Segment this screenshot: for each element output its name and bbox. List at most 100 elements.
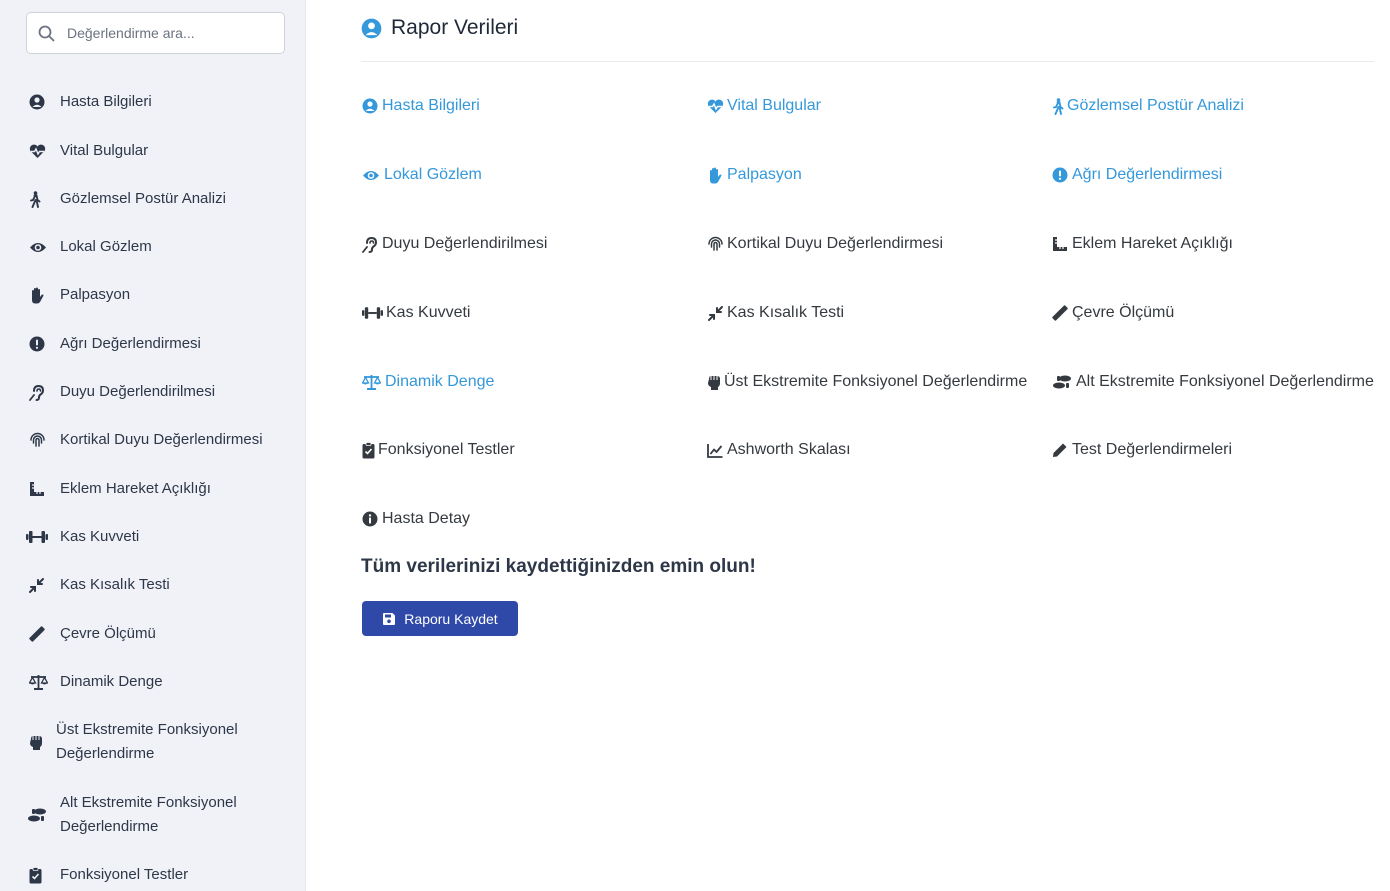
sidebar-item-label: Hasta Bilgileri [60,93,152,110]
main-content: Rapor Verileri Hasta Bilgileri Vital Bul… [306,0,1390,891]
report-link-dinamik-denge[interactable]: Dinamik Denge [361,373,494,391]
sidebar-item-agri-degerlendirmesi[interactable]: Ağrı Değerlendirmesi [24,332,201,356]
ear-icon [24,382,52,402]
report-link-ashworth[interactable]: Ashworth Skalası [706,441,851,459]
hand-icon [706,166,724,184]
clipboard-check-icon [361,441,375,459]
ruler-icon [24,624,52,644]
report-link-label: Hasta Detay [382,510,471,527]
heartbeat-icon [706,97,724,115]
report-link-ust-ekstremite[interactable]: Üst Ekstremite Fonksiyonel Değerlendirme [706,373,1027,391]
report-link-duyu[interactable]: Duyu Değerlendirilmesi [361,235,547,253]
sidebar-item-label: Fonksiyonel Testler [60,866,189,883]
report-link-lokal-gozlem[interactable]: Lokal Gözlem [361,166,482,184]
save-report-button[interactable]: Raporu Kaydet [362,601,518,636]
report-link-alt-ekstremite[interactable]: Alt Ekstremite Fonksiyonel Değerlendirme [1051,373,1374,391]
report-link-label: Test Değerlendirmeleri [1072,441,1233,458]
info-circle-icon [361,510,379,528]
sidebar-item-palpasyon[interactable]: Palpasyon [24,283,130,307]
sidebar-item-eklem-hareket[interactable]: Eklem Hareket Açıklığı [24,477,211,501]
report-link-label: Dinamik Denge [385,373,495,390]
shoe-prints-icon [1051,373,1073,391]
report-link-test-degerlendirmeleri[interactable]: Test Değerlendirmeleri [1051,441,1232,459]
user-circle-icon [361,97,379,115]
sidebar-item-kas-kuvveti[interactable]: Kas Kuvveti [24,525,139,549]
report-link-label: Kas Kuvveti [386,304,471,321]
balance-scale-icon [24,672,52,692]
ruler-combined-icon [24,479,52,499]
sidebar-item-lokal-gozlem[interactable]: Lokal Gözlem [24,235,152,259]
sidebar-item-alt-ekstremite[interactable]: Alt Ekstremite Fonksiyonel Değerlendirme [24,791,260,839]
sidebar-item-duyu[interactable]: Duyu Değerlendirilmesi [24,380,215,404]
report-link-kortikal-duyu[interactable]: Kortikal Duyu Değerlendirmesi [706,235,943,253]
report-link-label: Palpasyon [727,166,802,183]
report-link-agri-degerlendirmesi[interactable]: Ağrı Değerlendirmesi [1051,166,1222,184]
report-link-eklem-hareket[interactable]: Eklem Hareket Açıklığı [1051,235,1233,253]
report-link-gozlemsel-postur[interactable]: Gözlemsel Postür Analizi [1051,97,1244,115]
sidebar-item-gozlemsel-postur[interactable]: Gözlemsel Postür Analizi [24,187,226,211]
report-link-palpasyon[interactable]: Palpasyon [706,166,802,184]
ruler-combined-icon [1051,235,1069,253]
sidebar-item-label: Gözlemsel Postür Analizi [60,190,226,207]
report-link-label: Kortikal Duyu Değerlendirmesi [727,235,944,252]
report-link-kas-kisalik[interactable]: Kas Kısalık Testi [706,304,844,322]
sidebar-item-label: Vital Bulgular [60,142,149,159]
sidebar-item-dinamik-denge[interactable]: Dinamik Denge [24,670,163,694]
sidebar-item-vital-bulgular[interactable]: Vital Bulgular [24,139,148,163]
report-link-label: Hasta Bilgileri [382,97,480,114]
user-circle-icon [24,92,52,112]
report-link-kas-kuvveti[interactable]: Kas Kuvveti [361,304,470,322]
search-icon [38,25,55,42]
sidebar-item-fonksiyonel-testler[interactable]: Fonksiyonel Testler [24,863,188,887]
report-link-label: Ağrı Değerlendirmesi [1072,166,1223,183]
ruler-icon [1051,304,1069,322]
exclamation-circle-icon [1051,166,1069,184]
report-link-label: Lokal Gözlem [384,166,482,183]
hand-icon [24,285,52,305]
eye-icon [24,237,52,257]
report-link-label: Alt Ekstremite Fonksiyonel Değerlendirme [1076,373,1374,390]
page-title: Rapor Verileri [361,16,518,40]
report-link-label: Duyu Değerlendirilmesi [382,235,548,252]
sidebar-item-kas-kisalik[interactable]: Kas Kısalık Testi [24,573,170,597]
dumbbell-icon [361,304,383,322]
report-link-vital-bulgular[interactable]: Vital Bulgular [706,97,821,115]
sidebar-item-label: Dinamik Denge [60,673,163,690]
report-link-hasta-detay[interactable]: Hasta Detay [361,510,470,528]
fist-icon [24,732,52,752]
sidebar-item-label: Kas Kuvveti [60,528,140,545]
report-link-label: Çevre Ölçümü [1072,304,1175,321]
fingerprint-icon [706,235,724,253]
chart-line-icon [706,441,724,459]
sidebar-item-label: Eklem Hareket Açıklığı [60,480,211,497]
balance-scale-icon [361,373,382,391]
user-circle-icon [361,18,382,38]
sidebar-item-cevre-olcumu[interactable]: Çevre Ölçümü [24,622,156,646]
title-divider [361,61,1374,62]
report-link-label: Vital Bulgular [727,97,821,114]
heartbeat-icon [24,141,52,161]
sidebar-item-ust-ekstremite[interactable]: Üst Ekstremite Fonksiyonel Değerlendirme [24,718,256,766]
sidebar-item-label: Ağrı Değerlendirmesi [60,335,201,352]
fist-icon [706,373,721,391]
page-title-text: Rapor Verileri [391,16,519,39]
search-input[interactable] [67,13,277,53]
report-link-cevre-olcumu[interactable]: Çevre Ölçümü [1051,304,1174,322]
sidebar-item-label: Lokal Gözlem [60,238,152,255]
sidebar-item-label: Alt Ekstremite Fonksiyonel Değerlendirme [60,794,237,835]
save-warning: Tüm verilerinizi kaydettiğinizden emin o… [361,556,756,577]
sidebar-item-kortikal-duyu[interactable]: Kortikal Duyu Değerlendirmesi [24,428,263,452]
ear-icon [361,235,379,253]
exclamation-circle-icon [24,334,52,354]
dumbbell-icon [24,527,52,547]
report-link-hasta-bilgileri[interactable]: Hasta Bilgileri [361,97,480,115]
sidebar-item-label: Kas Kısalık Testi [60,576,170,593]
report-link-fonksiyonel-testler[interactable]: Fonksiyonel Testler [361,441,515,459]
report-link-label: Gözlemsel Postür Analizi [1067,97,1244,114]
pen-icon [1051,441,1069,459]
report-link-label: Fonksiyonel Testler [378,441,515,458]
sidebar-item-hasta-bilgileri[interactable]: Hasta Bilgileri [24,90,152,114]
report-link-label: Ashworth Skalası [727,441,851,458]
search-box[interactable] [26,12,285,54]
sidebar-item-label: Çevre Ölçümü [60,625,156,642]
